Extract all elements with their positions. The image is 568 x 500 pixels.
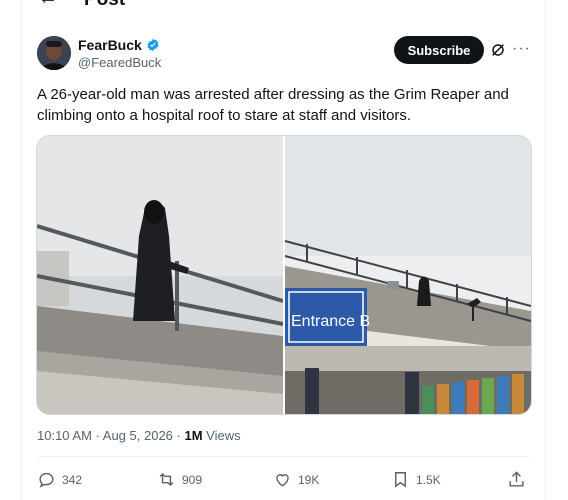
more-options-icon[interactable]: ··· <box>512 40 531 58</box>
share-button[interactable] <box>507 470 526 489</box>
tweet-time[interactable]: 10:10 AM <box>37 428 92 443</box>
repost-icon <box>159 472 174 487</box>
repost-count: 909 <box>182 472 203 487</box>
bookmark-count: 1.5K <box>416 472 441 487</box>
author-name[interactable]: FearBuck <box>78 37 142 53</box>
arrow-left-icon[interactable]: ← <box>38 0 58 8</box>
entrance-sign-text: Entrance B <box>291 313 370 330</box>
reply-count: 342 <box>62 472 83 487</box>
repost-button[interactable]: 909 <box>157 470 202 489</box>
tweet-date[interactable]: Aug 5, 2026 <box>103 428 173 443</box>
bookmark-button[interactable]: 1.5K <box>391 470 441 489</box>
page-title: Post <box>84 0 125 11</box>
heart-icon <box>276 474 289 487</box>
action-bar: 342 909 19K 1.5K <box>37 470 530 492</box>
author-name-row[interactable]: FearBuck <box>78 37 160 53</box>
divider <box>37 456 530 457</box>
tweet-text: A 26-year-old man was arrested after dre… <box>37 86 509 124</box>
views-label: Views <box>206 428 241 443</box>
verified-badge-icon <box>147 38 159 52</box>
views-count: 1M <box>184 428 203 443</box>
reply-button[interactable]: 342 <box>37 470 82 489</box>
tweet-meta: 10:10 AM · Aug 5, 2026 · 1M Views <box>37 428 241 443</box>
share-icon <box>509 471 524 487</box>
like-count: 19K <box>298 472 320 487</box>
subscribe-button[interactable]: Subscribe <box>394 36 484 64</box>
like-button[interactable]: 19K <box>273 470 319 489</box>
media-photo: Entrance B <box>37 136 531 414</box>
avatar[interactable] <box>37 36 71 70</box>
reply-icon <box>39 472 54 488</box>
author-handle[interactable]: @FearedBuck <box>78 55 161 70</box>
post-header: ← Post <box>22 0 545 14</box>
grok-icon[interactable] <box>490 42 506 58</box>
tweet-media[interactable]: Entrance B <box>36 135 532 415</box>
bookmark-icon <box>395 472 406 488</box>
